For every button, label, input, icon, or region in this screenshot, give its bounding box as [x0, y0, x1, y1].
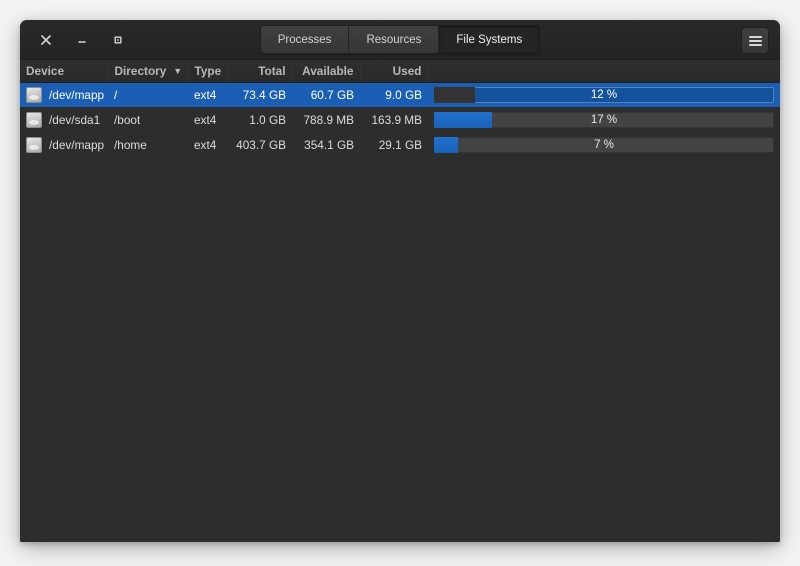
window-controls	[20, 28, 130, 52]
cell-total: 1.0 GB	[249, 112, 286, 127]
usage-percent-label: 12 %	[590, 88, 618, 101]
cell-type: ext4	[194, 137, 217, 152]
maximize-icon[interactable]	[106, 28, 130, 52]
cell-total: 403.7 GB	[236, 137, 286, 152]
column-header-directory-label: Directory	[114, 63, 167, 78]
cell-directory: /boot	[114, 112, 141, 127]
table-row[interactable]: /dev/mapp / ext4 73.4 GB 60.7 GB 9.0 GB …	[20, 82, 780, 107]
usage-progress-bar: 12 %	[434, 86, 774, 103]
cell-device-label: /dev/mapp	[49, 137, 105, 152]
tab-resources-label: Resources	[366, 33, 422, 46]
tab-bar-wrapper: Processes Resources File Systems	[20, 20, 780, 59]
drive-icon	[26, 111, 42, 128]
table-row[interactable]: /dev/mapp /home ext4 403.7 GB 354.1 GB 2…	[20, 132, 780, 157]
tab-processes[interactable]: Processes	[260, 26, 350, 53]
column-header-total[interactable]: Total	[228, 60, 293, 83]
usage-progress-bar: 17 %	[434, 111, 774, 128]
file-systems-table: Device Directory ▼ Type Total Available	[20, 60, 780, 157]
close-icon[interactable]	[34, 28, 58, 52]
empty-table-area	[20, 157, 780, 542]
column-header-available[interactable]: Available	[292, 60, 361, 83]
tab-bar: Processes Resources File Systems	[259, 25, 541, 54]
column-header-directory[interactable]: Directory ▼	[108, 60, 189, 83]
cell-available: 354.1 GB	[304, 137, 354, 152]
cell-total: 73.4 GB	[242, 87, 286, 102]
cell-available: 788.9 MB	[303, 112, 355, 127]
cell-device: /dev/mapp	[20, 132, 108, 157]
cell-used: 163.9 MB	[371, 112, 423, 127]
hamburger-bars	[748, 35, 762, 46]
column-header-type-label: Type	[194, 63, 222, 78]
system-monitor-window: Processes Resources File Systems Device …	[20, 20, 780, 542]
cell-device: /dev/mapp	[20, 82, 108, 107]
cell-device-label: /dev/mapp	[49, 87, 105, 102]
column-header-device[interactable]: Device	[20, 60, 109, 83]
usage-percent-label: 17 %	[590, 113, 618, 126]
minimize-icon[interactable]	[70, 28, 94, 52]
sort-descending-icon: ▼	[173, 65, 183, 76]
cell-directory: /	[114, 87, 118, 102]
usage-progress-bar: 7 %	[434, 136, 774, 153]
cell-used: 29.1 GB	[378, 137, 422, 152]
column-header-device-label: Device	[26, 63, 65, 78]
drive-icon	[26, 136, 42, 153]
cell-device-label: /dev/sda1	[49, 112, 101, 127]
column-header-available-label: Available	[302, 63, 354, 78]
cell-available: 60.7 GB	[310, 87, 354, 102]
column-header-type[interactable]: Type	[188, 60, 229, 83]
cell-usage: 7 %	[428, 132, 780, 157]
cell-usage: 17 %	[428, 107, 780, 132]
table-body: /dev/mapp / ext4 73.4 GB 60.7 GB 9.0 GB …	[20, 82, 780, 157]
table-header-row: Device Directory ▼ Type Total Available	[20, 60, 780, 83]
column-header-usage-bar[interactable]	[428, 60, 780, 83]
drive-icon	[26, 86, 42, 103]
screen: Processes Resources File Systems Device …	[0, 0, 800, 566]
tab-file-systems-label: File Systems	[456, 33, 523, 46]
usage-percent-label: 7 %	[594, 138, 614, 151]
column-header-total-label: Total	[258, 63, 286, 78]
file-systems-panel: Device Directory ▼ Type Total Available	[20, 60, 780, 542]
cell-type: ext4	[194, 87, 217, 102]
cell-directory: /home	[114, 137, 147, 152]
column-header-used[interactable]: Used	[360, 60, 429, 83]
window-headerbar: Processes Resources File Systems	[20, 20, 780, 60]
hamburger-menu-icon[interactable]	[741, 27, 769, 54]
column-header-used-label: Used	[392, 63, 422, 78]
cell-used: 9.0 GB	[385, 87, 422, 102]
tab-resources[interactable]: Resources	[349, 26, 440, 53]
tab-processes-label: Processes	[277, 33, 332, 46]
tab-file-systems[interactable]: File Systems	[439, 26, 540, 53]
cell-type: ext4	[194, 112, 217, 127]
cell-usage: 12 %	[428, 82, 780, 107]
cell-device: /dev/sda1	[20, 107, 108, 132]
table-row[interactable]: /dev/sda1 /boot ext4 1.0 GB 788.9 MB 163…	[20, 107, 780, 132]
